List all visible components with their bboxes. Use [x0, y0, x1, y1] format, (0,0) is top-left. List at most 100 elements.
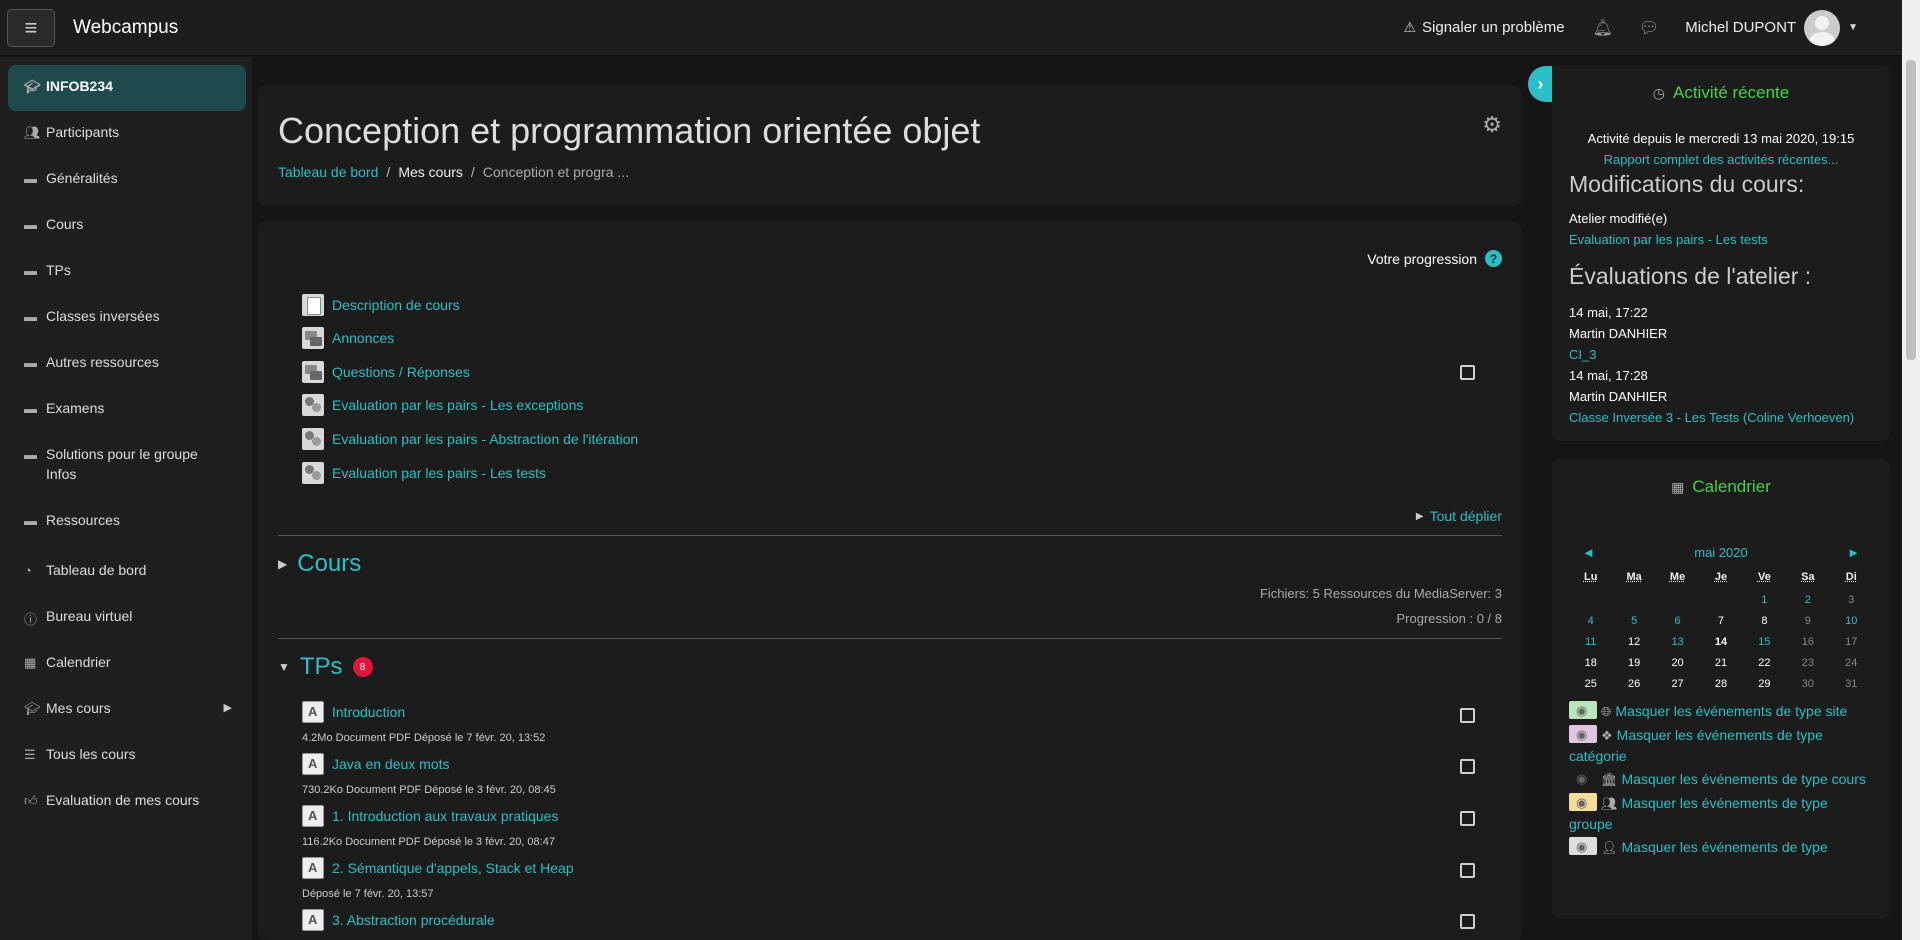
resource-intro-tp[interactable]: 1. Introduction aux travaux pratiques [302, 805, 558, 827]
calendar-day[interactable]: 10 [1830, 615, 1873, 633]
filter-group-events[interactable]: 👥︎Masquer les événements de type groupe [1569, 792, 1869, 835]
menu-toggle-button[interactable]: ≡ [7, 8, 55, 47]
sidebar-item-ressources[interactable]: ▬ Ressources [0, 499, 252, 545]
activity-link[interactable]: Evaluation par les pairs - Abstraction d… [332, 431, 638, 447]
sidebar-item-autres-ressources[interactable]: ▬ Autres ressources [0, 341, 252, 387]
completion-checkbox[interactable] [1460, 914, 1475, 929]
calendar-day: 9 [1804, 615, 1811, 627]
graduation-cap-icon: 🎓︎ [24, 79, 41, 94]
calendar-day: 17 [1845, 636, 1858, 648]
chat-icon[interactable]: 💬︎ [1639, 18, 1659, 38]
report-problem-link[interactable]: ⚠ Signaler un problème [1403, 19, 1564, 36]
sidebar-item-classes-inversees[interactable]: ▬ Classes inversées [0, 295, 252, 341]
page-scrollbar[interactable] [1902, 0, 1920, 940]
activity-peer-tests[interactable]: Evaluation par les pairs - Les tests [302, 462, 546, 484]
full-report-link[interactable]: Rapport complet des activités récentes..… [1552, 152, 1890, 167]
resource-semantique[interactable]: 2. Sémantique d'appels, Stack et Heap [302, 857, 574, 879]
completion-checkbox[interactable] [1460, 708, 1475, 723]
resource-link[interactable]: Java en deux mots [332, 756, 450, 772]
current-month[interactable]: mai 2020 [1694, 545, 1747, 560]
sidebar-item-cours[interactable]: ▬ Cours [0, 203, 252, 249]
caret-right-icon: ▶ [1415, 510, 1424, 522]
calendar-day[interactable]: 2 [1786, 594, 1829, 612]
pdf-icon [302, 753, 324, 775]
user-menu[interactable]: Michel DUPONT ▼ [1685, 9, 1858, 46]
activity-questions[interactable]: Questions / Réponses [302, 361, 470, 383]
resource-meta: 116.2Ko Document PDF Déposé le 3 févr. 2… [302, 836, 555, 848]
activity-link[interactable]: Description de cours [332, 297, 460, 313]
activity-link[interactable]: Evaluation par les pairs - Les exception… [332, 397, 583, 413]
resource-introduction[interactable]: Introduction [302, 701, 405, 723]
eval-link[interactable]: CI_3 [1569, 347, 1596, 362]
next-month-button[interactable]: ► [1847, 545, 1860, 560]
activity-peer-iteration[interactable]: Evaluation par les pairs - Abstraction d… [302, 428, 638, 450]
calendar-grid: Lu Ma Me Je Ve Sa Di 1 2 3 4 5 6 7 8 9 1… [1569, 571, 1873, 696]
activity-link[interactable]: Evaluation par les pairs - Les tests [332, 465, 546, 481]
drawer-toggle-button[interactable]: › [1528, 66, 1553, 102]
filter-category-events[interactable]: ❖Masquer les événements de type catégori… [1569, 724, 1869, 767]
calendar-day: 30 [1801, 678, 1814, 690]
filter-course-events[interactable]: 🏛︎Masquer les événements de type cours [1569, 768, 1869, 790]
weekday-header: Di [1845, 571, 1857, 583]
sidebar-item-participants[interactable]: 👥︎ Participants [0, 111, 252, 157]
resource-link[interactable]: 3. Abstraction procédurale [332, 912, 495, 928]
bell-icon[interactable]: 🔔︎ [1593, 18, 1613, 38]
calendar-day[interactable]: 4 [1569, 615, 1612, 633]
sidebar-item-bureau-virtuel[interactable]: ⓘ Bureau virtuel [0, 595, 252, 641]
resource-java[interactable]: Java en deux mots [302, 753, 450, 775]
sidebar-item-tps[interactable]: ▬ TPs [0, 249, 252, 295]
filter-label: Masquer les événements de type site [1615, 703, 1848, 719]
sidebar-item-generalites[interactable]: ▬ Généralités [0, 157, 252, 203]
completion-checkbox[interactable] [1460, 811, 1475, 826]
scrollbar-thumb[interactable] [1906, 60, 1916, 360]
activity-link[interactable]: Annonces [332, 330, 394, 346]
calendar-day[interactable]: 6 [1656, 615, 1699, 633]
modification-link[interactable]: Evaluation par les pairs - Les tests [1569, 232, 1768, 247]
activity-description[interactable]: Description de cours [302, 294, 460, 316]
sidebar-item-calendrier[interactable]: ▦ Calendrier [0, 641, 252, 687]
page-icon [302, 294, 324, 316]
sidebar-item-solutions[interactable]: ▬ Solutions pour le groupe Infos [0, 433, 252, 499]
section-cours[interactable]: ▶ Cours [278, 550, 361, 578]
sidebar-item-dashboard[interactable]: ◔ Tableau de bord [0, 549, 252, 595]
sidebar-item-mes-cours[interactable]: 🎓︎ Mes cours ▶ [0, 687, 252, 733]
section-tps[interactable]: ▼ TPs 8 [278, 653, 373, 681]
left-sidebar: 🎓︎ INFOB234 👥︎ Participants ▬ Généralités ▬… [0, 57, 252, 940]
help-icon[interactable]: ? [1485, 250, 1502, 267]
eye-icon [1569, 836, 1597, 857]
sidebar-item-tous-les-cours[interactable]: ☰ Tous les cours [0, 733, 252, 779]
page-title: Conception et programmation orientée obj… [278, 110, 981, 151]
resource-link[interactable]: 1. Introduction aux travaux pratiques [332, 808, 558, 824]
prev-month-button[interactable]: ◄ [1582, 545, 1595, 560]
calendar-day[interactable]: 1 [1743, 594, 1786, 612]
calendar-day-today: 14 [1714, 636, 1728, 648]
activity-peer-exceptions[interactable]: Evaluation par les pairs - Les exception… [302, 394, 583, 416]
calendar-day[interactable]: 13 [1656, 636, 1699, 654]
resource-link[interactable]: 2. Sémantique d'appels, Stack et Heap [332, 860, 574, 876]
filter-site-events[interactable]: 🌐︎Masquer les événements de type site [1569, 700, 1869, 722]
resource-link[interactable]: Introduction [332, 704, 405, 720]
sidebar-item-examens[interactable]: ▬ Examens [0, 387, 252, 433]
completion-checkbox[interactable] [1460, 759, 1475, 774]
expand-all-link[interactable]: ▶ Tout déplier [1416, 508, 1502, 524]
expand-all-label: Tout déplier [1429, 508, 1502, 524]
completion-checkbox[interactable] [1460, 365, 1475, 380]
calendar-day[interactable]: 15 [1743, 636, 1786, 654]
breadcrumb-my-courses[interactable]: Mes cours [398, 164, 463, 180]
breadcrumb-dashboard[interactable]: Tableau de bord [278, 164, 378, 180]
resource-abstraction[interactable]: 3. Abstraction procédurale [302, 909, 495, 931]
info-icon: ⓘ [24, 612, 38, 627]
filter-user-events[interactable]: 👤︎Masquer les événements de type [1569, 836, 1869, 858]
calendar-day[interactable]: 5 [1612, 615, 1655, 633]
site-brand[interactable]: Webcampus [73, 17, 178, 39]
gear-icon[interactable]: ⚙ [1482, 112, 1502, 138]
activity-link[interactable]: Questions / Réponses [332, 364, 470, 380]
filter-label: Masquer les événements de type [1621, 839, 1828, 855]
activity-annonces[interactable]: Annonces [302, 327, 394, 349]
completion-checkbox[interactable] [1460, 863, 1475, 878]
eval-link[interactable]: Classe Inversée 3 - Les Tests (Coline Ve… [1569, 410, 1854, 425]
resource-meta: 730.2Ko Document PDF Déposé le 3 févr. 2… [302, 784, 556, 796]
sidebar-item-course[interactable]: 🎓︎ INFOB234 [8, 65, 246, 111]
sidebar-item-evaluation[interactable]: 👍︎ Evaluation de mes cours [0, 779, 252, 825]
calendar-day[interactable]: 11 [1569, 636, 1612, 654]
